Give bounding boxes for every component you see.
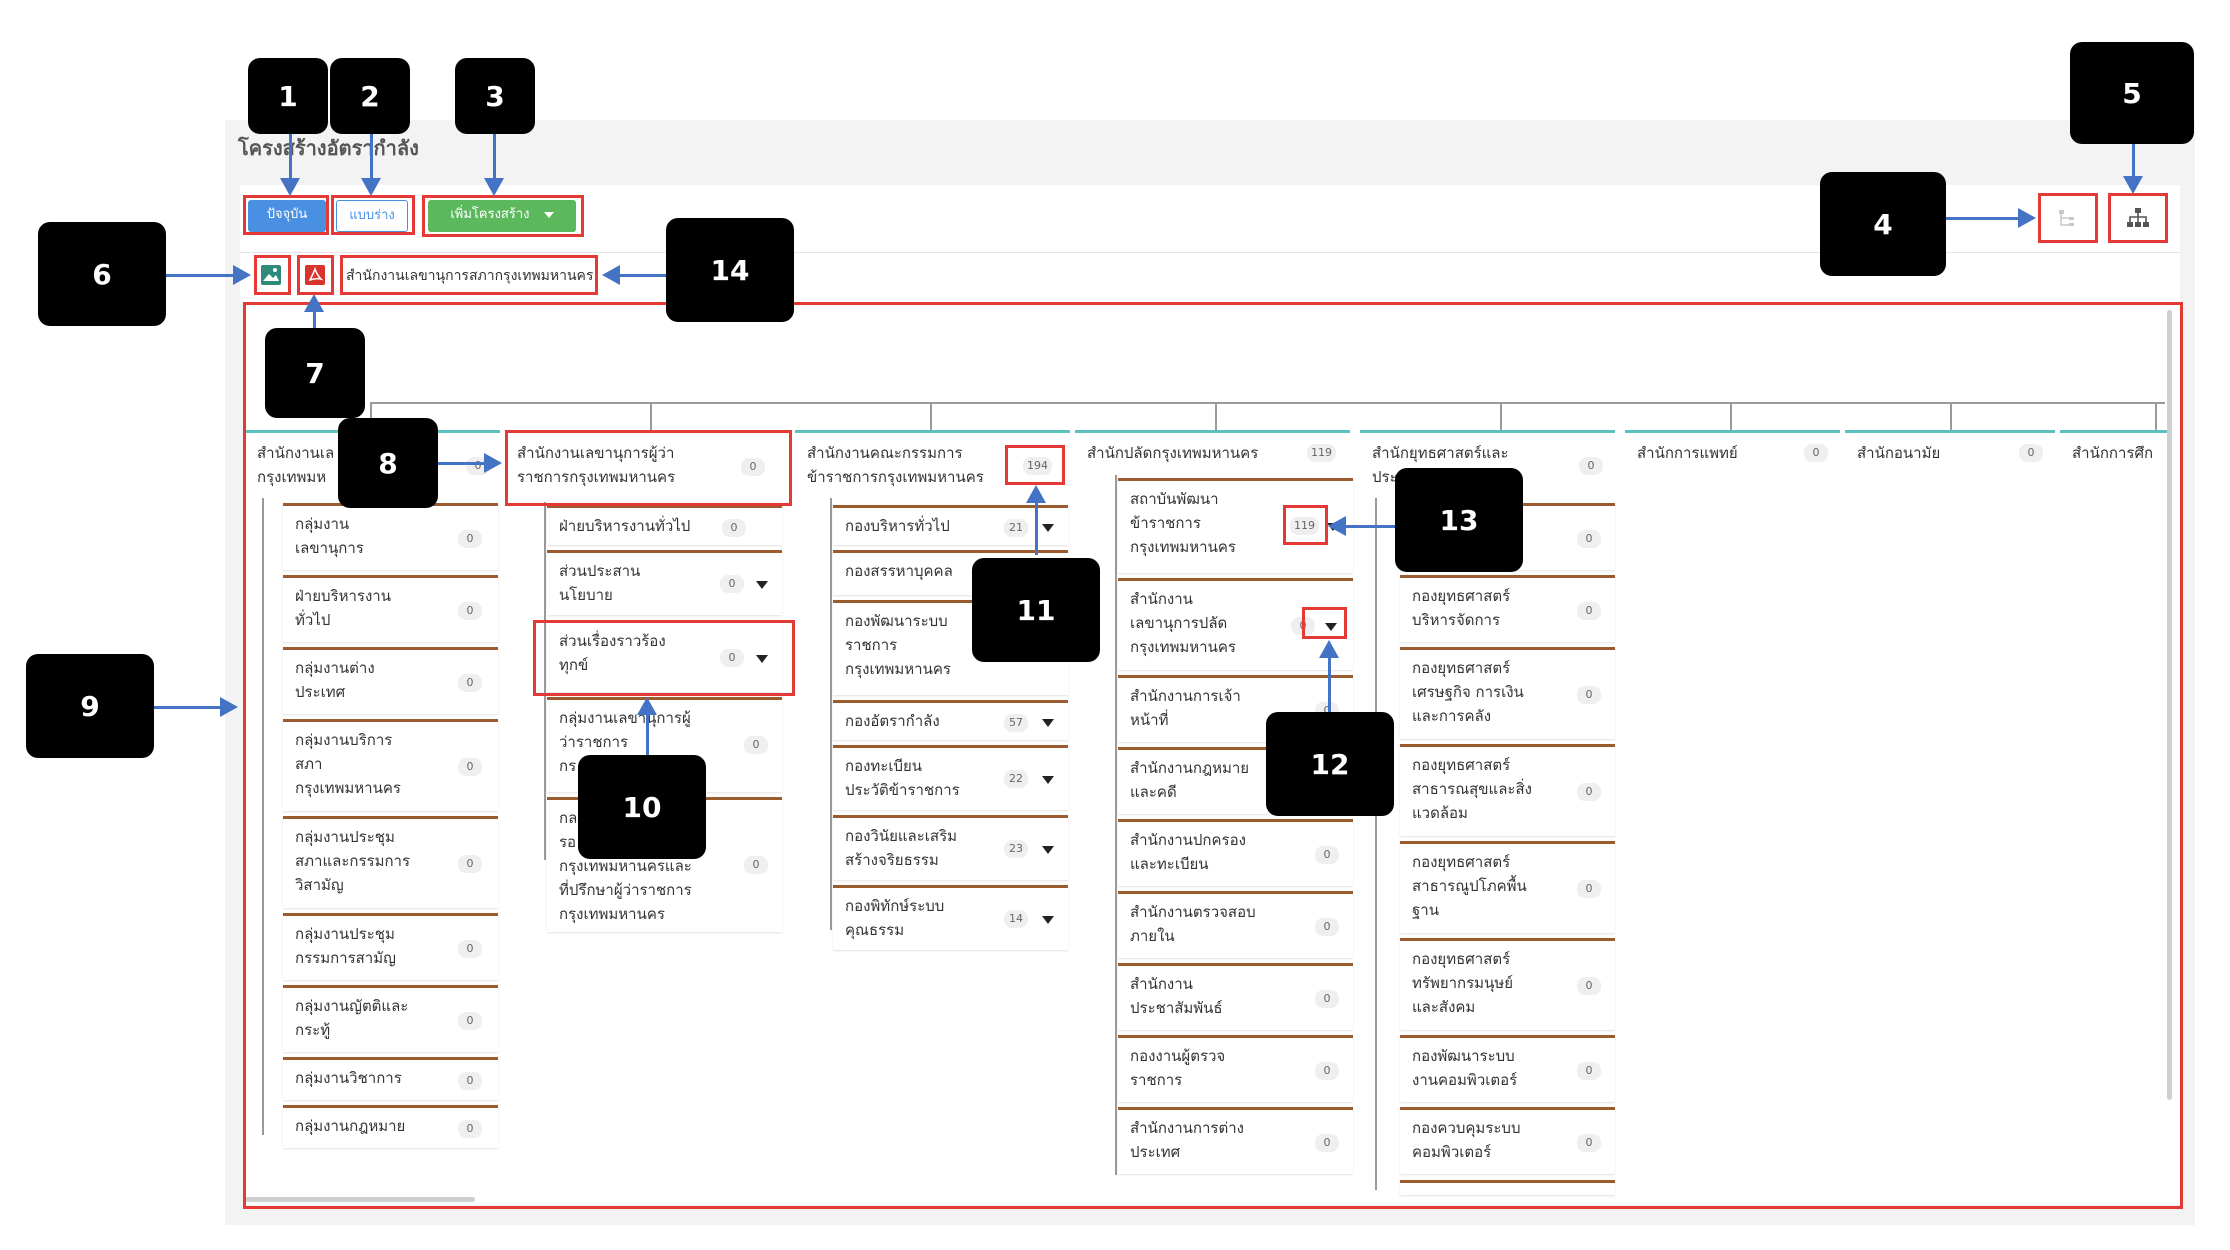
callout-label: 10 <box>578 755 706 859</box>
arrow-head <box>2123 176 2143 194</box>
highlight-box <box>331 195 415 235</box>
callout-arrow <box>435 462 485 465</box>
callout-arrow <box>289 132 292 182</box>
callout-arrow <box>1035 500 1038 555</box>
highlight-box <box>533 620 795 696</box>
callout-label: 11 <box>972 558 1100 662</box>
callout-label: 8 <box>338 418 438 508</box>
callout-label: 7 <box>265 328 365 418</box>
callout-label: 9 <box>26 654 154 758</box>
callout-label: 2 <box>330 58 410 134</box>
callout-arrow <box>493 132 496 182</box>
arrow-head <box>361 178 381 196</box>
arrow-head <box>602 265 620 285</box>
highlight-box <box>505 430 792 506</box>
highlight-box <box>422 195 584 237</box>
arrow-head <box>304 294 324 312</box>
callout-label: 5 <box>2070 42 2194 144</box>
callout-label: 3 <box>455 58 535 134</box>
callout-arrow <box>1345 525 1400 528</box>
callout-label: 14 <box>666 218 794 322</box>
callout-arrow <box>313 310 316 330</box>
callout-arrow <box>1328 655 1331 713</box>
arrow-head <box>1026 485 1046 503</box>
arrow-head <box>484 178 504 196</box>
callout-arrow <box>620 274 668 277</box>
highlight-box <box>2038 193 2098 243</box>
callout-arrow <box>165 274 235 277</box>
arrow-head <box>220 697 238 717</box>
callout-label: 13 <box>1395 468 1523 572</box>
callout-label: 12 <box>1266 712 1394 816</box>
callout-label: 6 <box>38 222 166 326</box>
arrow-head <box>637 697 657 715</box>
highlight-box <box>1005 445 1065 485</box>
arrow-head <box>1328 516 1346 536</box>
callout-label: 4 <box>1820 172 1946 276</box>
highlight-box <box>243 195 329 235</box>
arrow-head <box>484 453 502 473</box>
callout-arrow <box>152 706 222 709</box>
arrow-head <box>2018 208 2036 228</box>
highlight-box <box>2108 193 2168 243</box>
callout-arrow <box>2132 140 2135 180</box>
arrow-head <box>233 265 251 285</box>
arrow-head <box>280 178 300 196</box>
page-title: โครงสร้างอัตรากำลัง <box>238 136 419 160</box>
highlight-box <box>340 255 598 295</box>
arrow-head <box>1319 640 1339 658</box>
highlight-box <box>254 255 291 295</box>
callout-arrow <box>646 715 649 757</box>
highlight-box <box>297 255 334 295</box>
callout-arrow <box>1945 217 2020 220</box>
callout-label: 1 <box>248 58 328 134</box>
callout-arrow <box>370 132 373 182</box>
highlight-box <box>1283 505 1328 545</box>
highlight-box <box>1302 607 1347 639</box>
